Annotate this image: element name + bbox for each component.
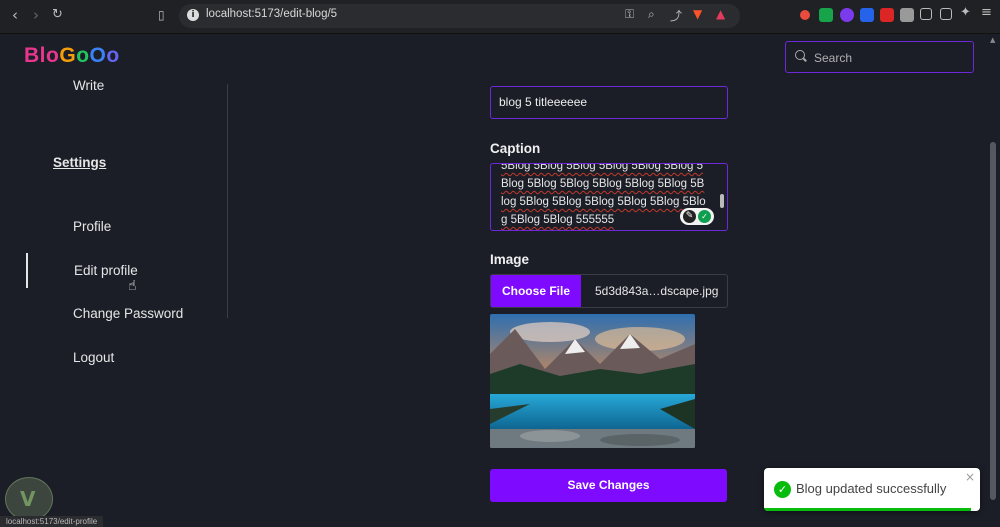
caption-textarea[interactable]: 5Blog 5Blog 5Blog 5Blog 5Blog 5Blog 5Blo… [490,163,728,231]
key-icon[interactable]: ⚿ [625,7,634,22]
image-preview [490,314,695,448]
logo-letter: B [24,44,40,67]
share-icon[interactable]: ⤴ [670,7,682,24]
logo-letter: G [59,44,77,67]
site-info-icon[interactable]: i [187,9,199,21]
logo-letter: o [106,44,120,67]
brave-rewards-icon[interactable]: ▲ [716,7,725,21]
sidebar-item-change-password[interactable]: Change Password [73,306,183,321]
sidebar-item-write[interactable]: Write [73,78,104,93]
feather-icon[interactable]: ✎ [683,210,696,223]
grammar-checker-widget[interactable]: ✎ ✓ [680,208,714,225]
page-scrollbar[interactable] [990,142,996,500]
extension-icon[interactable] [860,8,874,22]
extension-icon[interactable] [880,8,894,22]
sidebar-item-edit-profile[interactable]: Edit profile [74,263,138,278]
logo-letter: O [89,44,107,67]
landscape-image [490,314,695,448]
sidebar-item-logout[interactable]: Logout [73,350,114,365]
success-toast: ✓ Blog updated successfully × [764,468,980,511]
toast-progress-bar [764,508,972,511]
image-label: Image [490,252,530,267]
menu-icon[interactable]: ≡ [981,5,995,20]
address-bar[interactable]: i localhost:5173/edit-blog/5 ⚿ ⌕ ⤴ ▼ ▲ [179,4,740,28]
toast-message: Blog updated successfully [796,481,947,496]
forward-icon[interactable]: › [33,6,39,24]
sidebar-settings-heading[interactable]: Settings [53,155,106,170]
caption-label: Caption [490,141,541,156]
logo-letter: o [46,44,60,67]
wallet-icon[interactable] [940,8,952,20]
save-changes-button[interactable]: Save Changes [490,469,727,502]
search-input[interactable] [812,48,966,68]
zoom-icon[interactable]: ⌕ [648,7,655,22]
status-bar-url: localhost:5173/edit-profile [0,516,104,527]
brave-shield-icon[interactable]: ▼ [693,7,702,21]
search-box[interactable] [785,41,974,73]
url-text: localhost:5173/edit-blog/5 [206,8,338,20]
active-indicator [26,253,28,288]
leo-ai-icon[interactable]: ✦ [960,5,974,20]
scroll-up-icon[interactable]: ▲ [990,36,995,44]
caption-scrollbar[interactable] [720,194,724,208]
sidebar-toggle-icon[interactable] [920,8,932,20]
file-input[interactable]: Choose File 5d3d843a…dscape.jpg [490,274,728,308]
choose-file-button[interactable]: Choose File [491,275,581,307]
extension-icon[interactable] [819,8,833,22]
title-input[interactable] [491,87,727,116]
check-circle-icon: ✓ [774,481,791,498]
close-icon[interactable]: × [965,470,975,484]
selected-file-name: 5d3d843a…dscape.jpg [595,284,719,298]
reload-icon[interactable]: ↻ [52,7,63,22]
sidebar-item-profile[interactable]: Profile [73,219,111,234]
extension-icon[interactable] [800,10,810,20]
extensions-puzzle-icon[interactable] [900,8,914,22]
grammar-check-icon[interactable]: ✓ [698,210,711,223]
caption-text: 5Blog 5Blog 5Blog 5Blog 5Blog 5Blog 5Blo… [501,163,706,226]
back-icon[interactable]: ‹ [12,6,18,24]
extension-icon[interactable] [840,8,854,22]
logo-letter: o [76,44,90,67]
app-logo[interactable]: BloGoOo [24,44,120,68]
browser-toolbar: ‹ › ↻ ▯ i localhost:5173/edit-blog/5 ⚿ ⌕… [0,0,1000,34]
hand-cursor-icon: ☝ [128,278,137,294]
bookmark-icon[interactable]: ▯ [158,8,165,22]
sidebar-divider [227,84,228,318]
search-icon [795,50,805,60]
title-field[interactable] [490,86,728,119]
watermark-logo [5,477,53,521]
